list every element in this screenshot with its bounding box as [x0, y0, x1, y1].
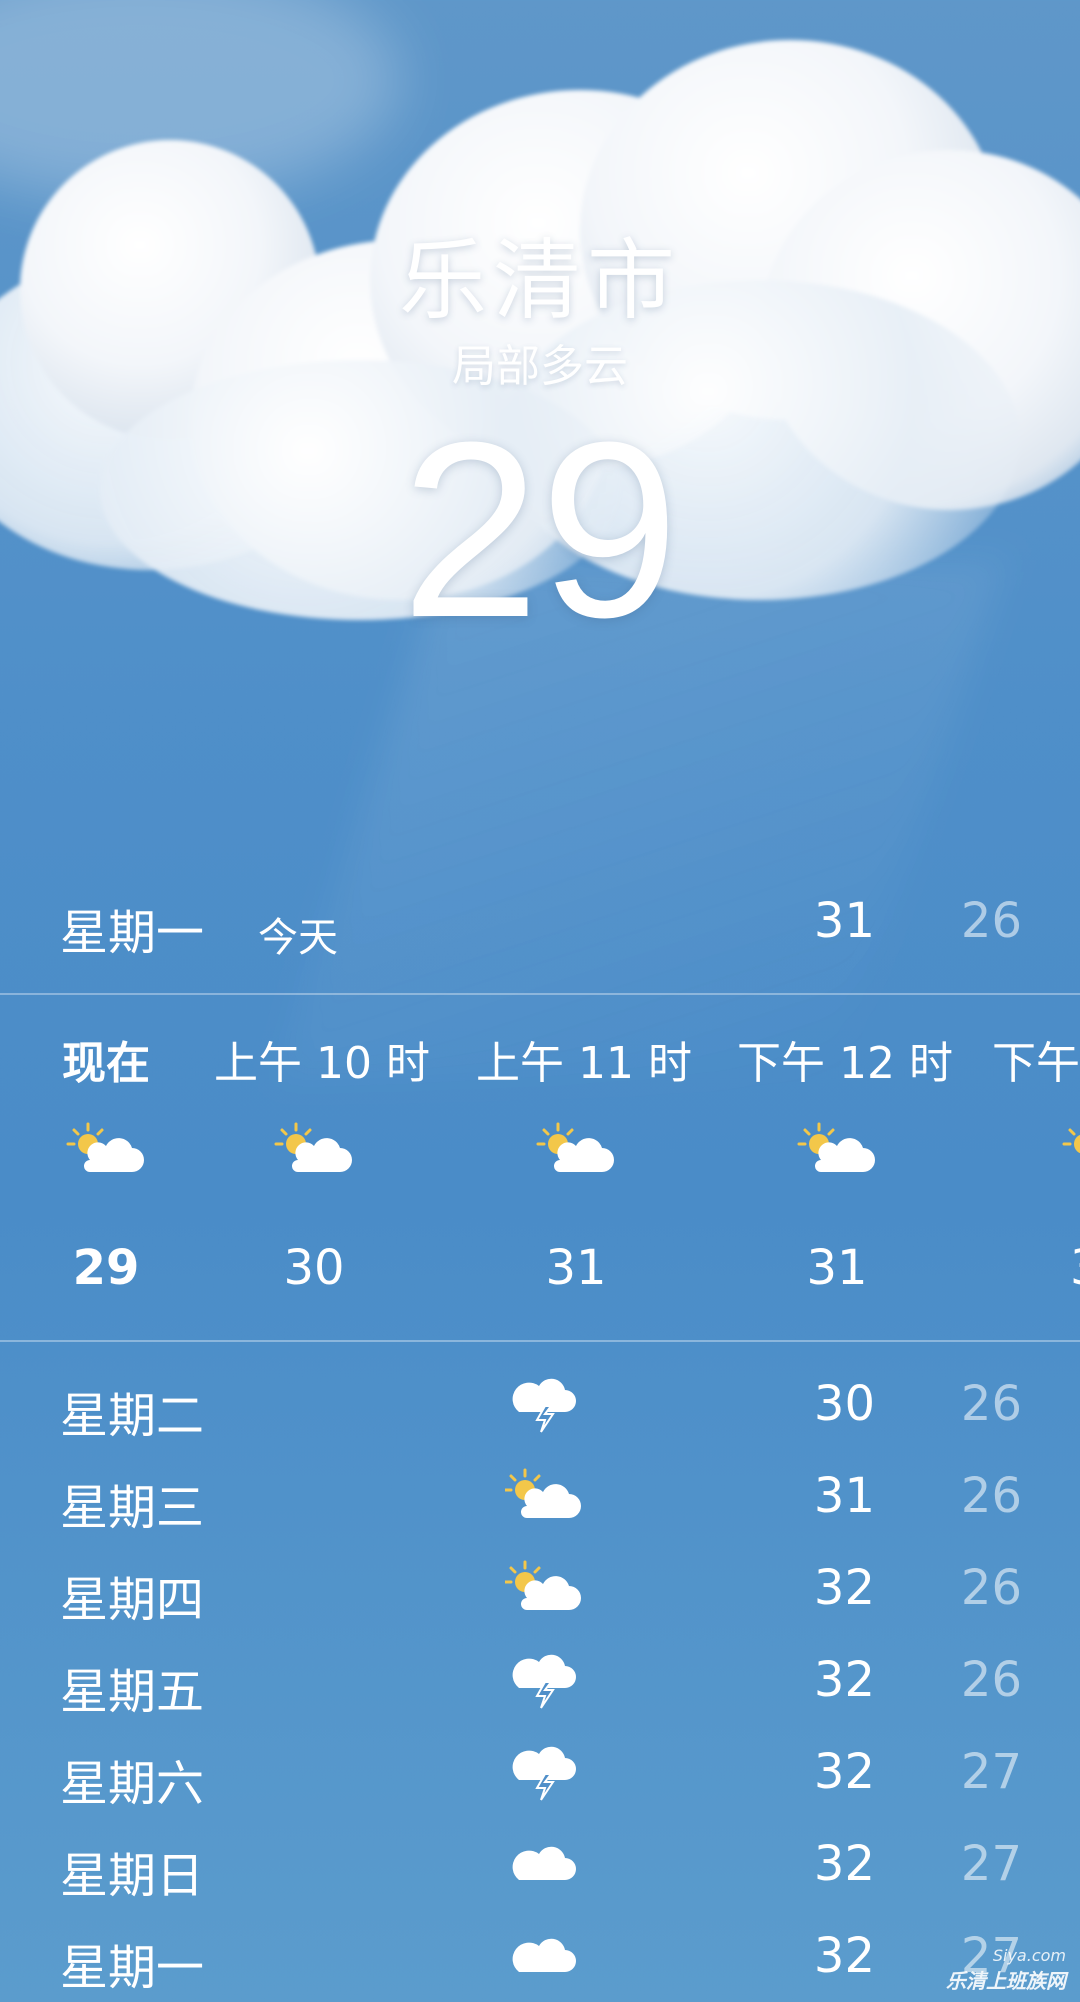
daily-high: 30: [813, 1376, 875, 1432]
daily-day: 星期二: [60, 1388, 205, 1444]
daily-high: 32: [813, 1928, 875, 1984]
hour-temp: 3: [992, 1240, 1080, 1296]
hour-label: 上午 10 时: [214, 1038, 430, 1089]
daily-high: 32: [813, 1560, 875, 1616]
hour-temp: 29: [72, 1240, 140, 1296]
partly-cloudy-day-icon: [66, 1122, 144, 1172]
thunderstorm-icon: [512, 1654, 576, 1709]
today-row: 星期一 今天 31 26: [0, 885, 1080, 995]
daily-row: 星期一 32 27: [0, 1912, 1080, 2002]
daily-low: 27: [960, 1744, 1022, 1800]
daily-low: 26: [960, 1376, 1022, 1432]
partly-cloudy-day-icon: [274, 1122, 352, 1172]
daily-high: 32: [813, 1744, 875, 1800]
city-name: 乐清市: [398, 229, 681, 332]
daily-row: 星期二 30 26: [0, 1360, 1080, 1452]
current-temperature: 29: [400, 390, 680, 669]
cloud-icon: [512, 1846, 576, 1880]
partly-cloudy-day-icon: [536, 1122, 614, 1172]
daily-day: 星期五: [60, 1664, 205, 1720]
thunderstorm-icon: [512, 1746, 576, 1801]
daily-row: 星期六 32 27: [0, 1728, 1080, 1820]
daily-high: 32: [813, 1836, 875, 1892]
daily-day: 星期日: [60, 1848, 205, 1904]
daily-row: 星期日 32 27: [0, 1820, 1080, 1912]
today-label: 今天: [258, 915, 338, 961]
divider-bottom: [0, 1340, 1080, 1342]
daily-day: 星期四: [60, 1572, 205, 1628]
cloud-icon: [512, 1938, 576, 1972]
hour-temp: 31: [545, 1240, 607, 1296]
hourly-item: 现在 29: [6, 995, 206, 1340]
watermark-logo: Siya.com: [992, 1946, 1066, 1965]
daily-low: 26: [960, 1560, 1022, 1616]
daily-high: 32: [813, 1652, 875, 1708]
hourly-item: 上午 10 时 30: [214, 995, 430, 1340]
hour-label: 现在: [62, 1038, 150, 1089]
hour-label: 下午 12 时: [737, 1038, 953, 1089]
daily-forecast[interactable]: 星期二 30 26 星期三 31 26 星期四 32 26 星期五 32 26 …: [0, 1360, 1080, 2002]
today-low: 26: [960, 893, 1022, 949]
daily-low: 26: [960, 1468, 1022, 1524]
hourly-forecast[interactable]: 现在 29 上午 10 时 30 上午 11 时 31 下午 12 时 31 下…: [0, 995, 1080, 1340]
partly-cloudy-day-icon: [505, 1560, 581, 1610]
hour-label: 下午: [992, 1038, 1080, 1089]
partly-cloudy-day-icon: [1062, 1128, 1080, 1154]
today-day: 星期一: [60, 905, 205, 961]
hourly-item: 上午 11 时 31: [476, 995, 692, 1340]
watermark-text: 乐清上班族网: [946, 1969, 1066, 1993]
hour-label: 上午 11 时: [476, 1038, 692, 1089]
thunderstorm-icon: [512, 1378, 576, 1433]
hourly-item: 下午 3: [992, 995, 1080, 1340]
hourly-item: 下午 12 时 31: [737, 995, 953, 1340]
daily-high: 31: [813, 1468, 875, 1524]
watermark: Siya.com 乐清上班族网: [946, 1946, 1066, 1994]
daily-day: 星期一: [60, 1940, 205, 1996]
daily-row: 星期四 32 26: [0, 1544, 1080, 1636]
daily-low: 27: [960, 1836, 1022, 1892]
hour-temp: 31: [806, 1240, 868, 1296]
daily-day: 星期三: [60, 1480, 205, 1536]
partly-cloudy-day-icon: [797, 1122, 875, 1172]
daily-low: 26: [960, 1652, 1022, 1708]
daily-day: 星期六: [60, 1756, 205, 1812]
partly-cloudy-day-icon: [505, 1468, 581, 1518]
hour-temp: 30: [283, 1240, 345, 1296]
daily-row: 星期五 32 26: [0, 1636, 1080, 1728]
weather-condition: 局部多云: [452, 341, 628, 392]
today-high: 31: [813, 893, 875, 949]
daily-row: 星期三 31 26: [0, 1452, 1080, 1544]
